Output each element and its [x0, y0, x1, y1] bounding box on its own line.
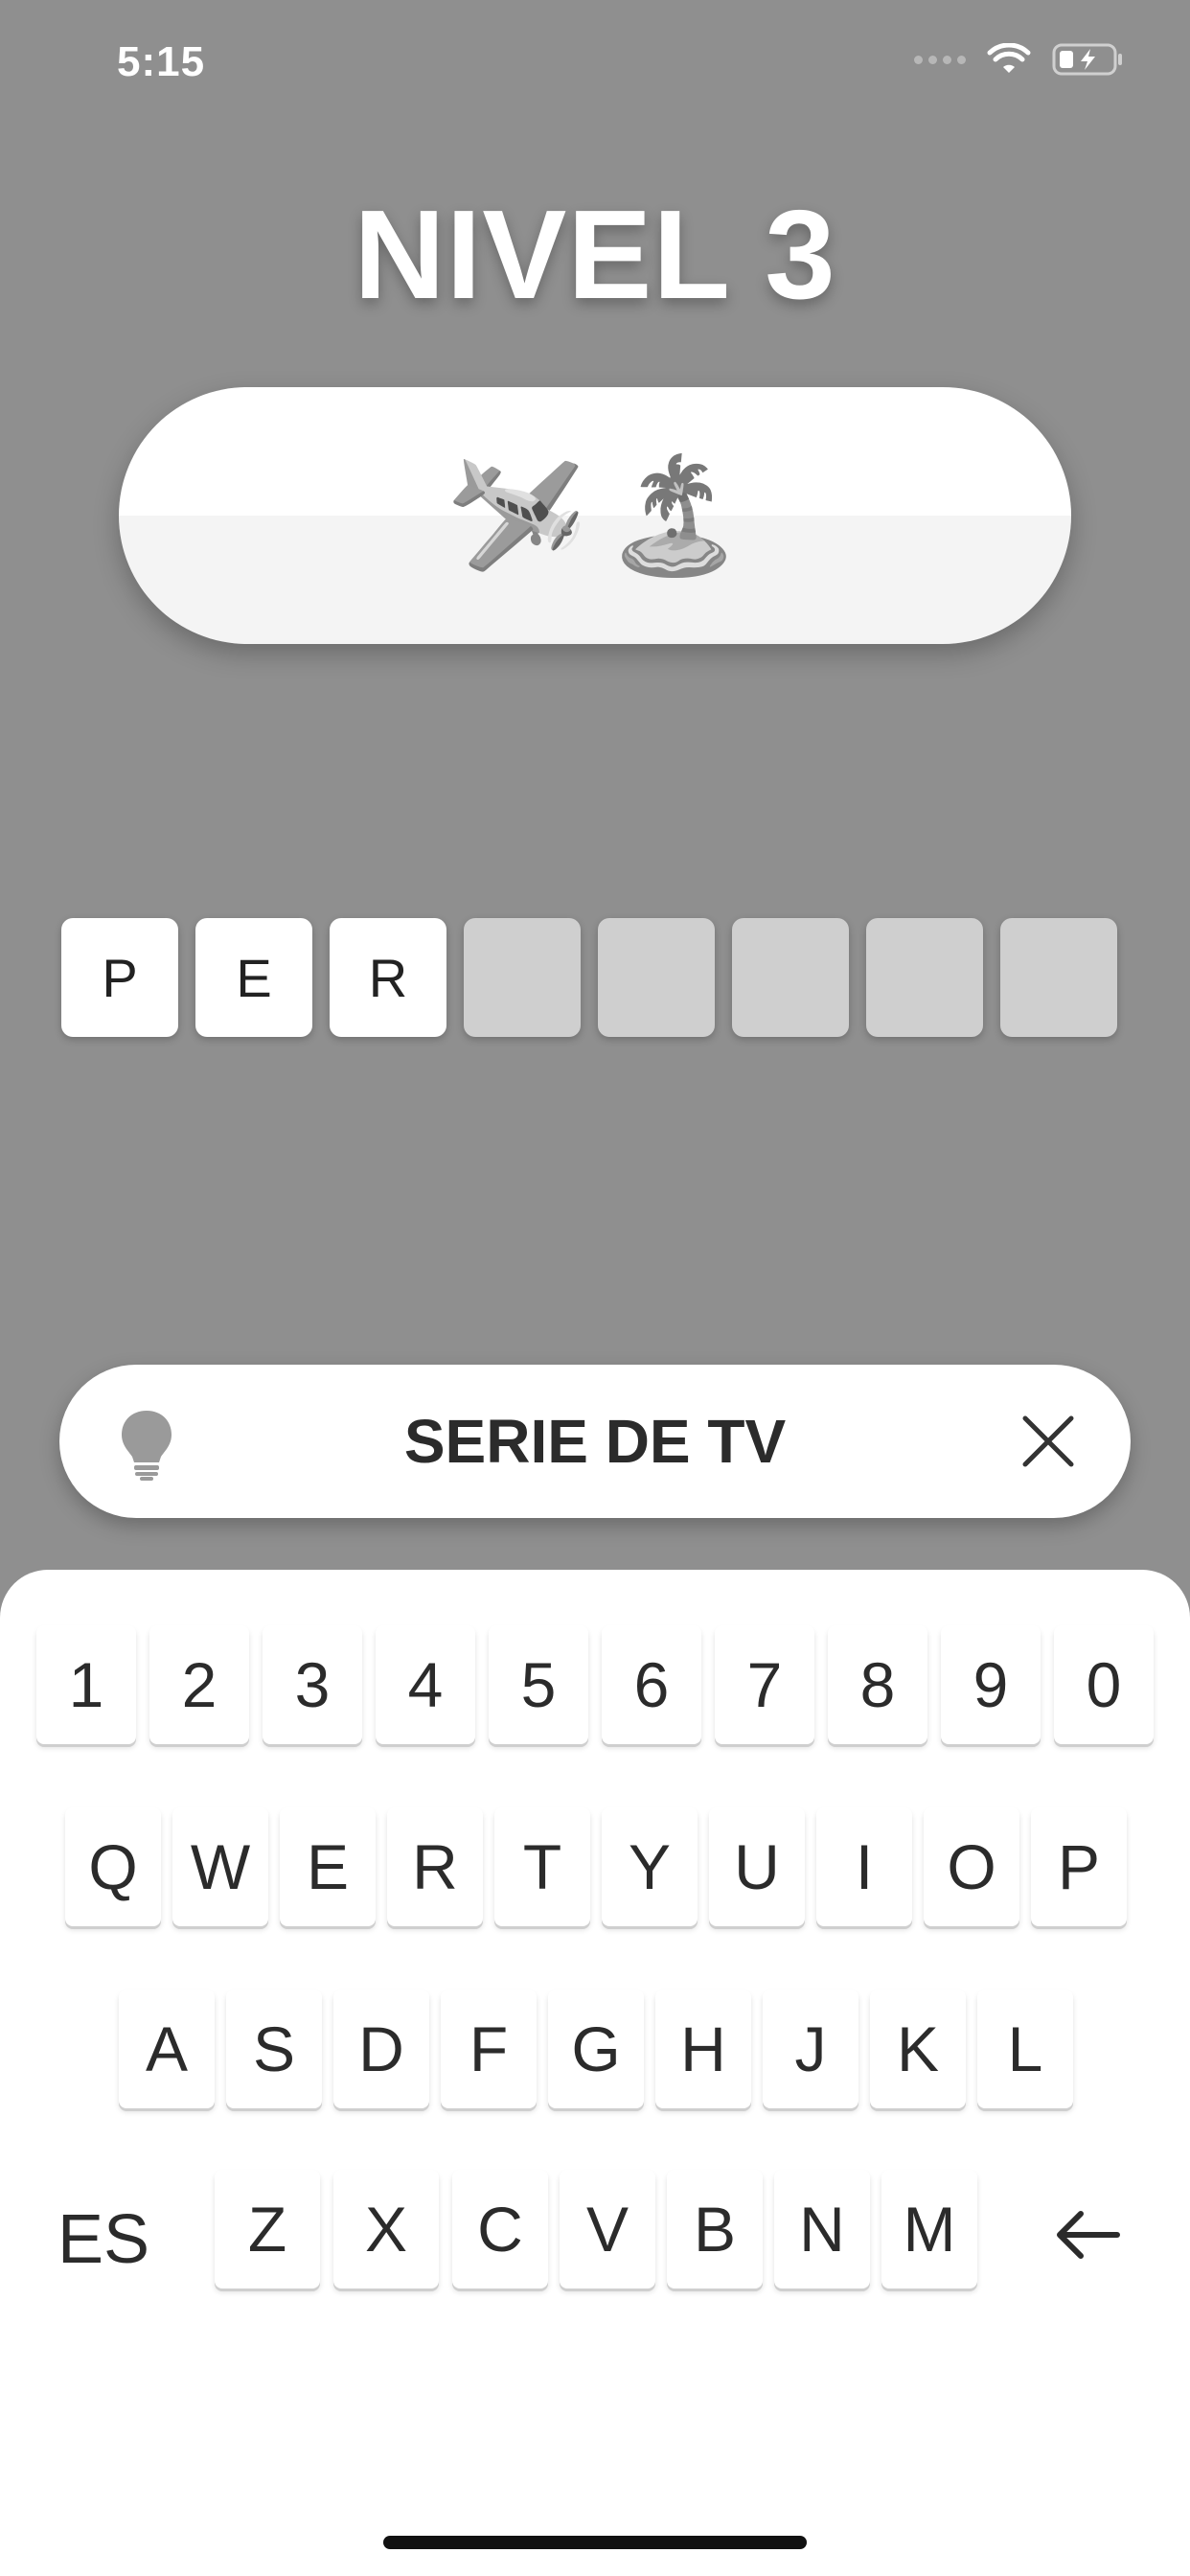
- key-t[interactable]: T: [494, 1807, 590, 1926]
- key-d[interactable]: D: [333, 1990, 429, 2108]
- key-i[interactable]: I: [816, 1807, 912, 1926]
- key-k[interactable]: K: [870, 1990, 966, 2108]
- key-f[interactable]: F: [441, 1990, 537, 2108]
- airplane-emoji: 🛩️: [446, 452, 586, 579]
- key-j[interactable]: J: [763, 1990, 858, 2108]
- key-o[interactable]: O: [924, 1807, 1019, 1926]
- key-8[interactable]: 8: [828, 1625, 927, 1744]
- wifi-icon: [987, 43, 1031, 73]
- key-0[interactable]: 0: [1054, 1625, 1154, 1744]
- key-e[interactable]: E: [280, 1807, 376, 1926]
- status-time: 5:15: [117, 38, 206, 85]
- backspace-arrow-icon[interactable]: [1052, 2206, 1121, 2264]
- key-y[interactable]: Y: [602, 1807, 698, 1926]
- key-s[interactable]: S: [226, 1990, 322, 2108]
- key-v[interactable]: V: [560, 2170, 655, 2288]
- key-7[interactable]: 7: [715, 1625, 814, 1744]
- key-a[interactable]: A: [119, 1990, 215, 2108]
- signal-dots-icon: [914, 55, 966, 64]
- key-x[interactable]: X: [333, 2170, 439, 2288]
- key-u[interactable]: U: [709, 1807, 805, 1926]
- key-5[interactable]: 5: [489, 1625, 588, 1744]
- key-b[interactable]: B: [667, 2170, 763, 2288]
- answer-slot-4[interactable]: [464, 918, 581, 1037]
- language-toggle-key[interactable]: ES: [57, 2200, 149, 2279]
- key-c[interactable]: C: [452, 2170, 548, 2288]
- status-icons: [914, 42, 1125, 77]
- emoji-clue-card: 🛩️ 🏝️: [119, 387, 1071, 644]
- key-g[interactable]: G: [548, 1990, 644, 2108]
- close-icon[interactable]: [1019, 1413, 1077, 1470]
- key-h[interactable]: H: [655, 1990, 751, 2108]
- answer-slot-8[interactable]: [1000, 918, 1117, 1037]
- key-w[interactable]: W: [172, 1807, 268, 1926]
- on-screen-keyboard: 1 2 3 4 5 6 7 8 9 0 Q W E R T Y U I O P …: [0, 1570, 1190, 2576]
- answer-slot-7[interactable]: [866, 918, 983, 1037]
- island-emoji: 🏝️: [604, 452, 744, 579]
- key-r[interactable]: R: [387, 1807, 483, 1926]
- hint-category-label: SERIE DE TV: [403, 1407, 787, 1476]
- key-1[interactable]: 1: [36, 1625, 136, 1744]
- key-9[interactable]: 9: [941, 1625, 1041, 1744]
- level-title: NIVEL 3: [354, 184, 836, 325]
- key-z[interactable]: Z: [215, 2170, 320, 2288]
- hint-bar[interactable]: SERIE DE TV: [59, 1365, 1131, 1518]
- status-bar: 5:15: [0, 0, 1190, 134]
- answer-slot-1[interactable]: P: [61, 918, 178, 1037]
- lightbulb-icon[interactable]: [119, 1409, 174, 1482]
- answer-slots: P E R: [61, 918, 1117, 1037]
- answer-slot-6[interactable]: [732, 918, 849, 1037]
- key-m[interactable]: M: [881, 2170, 977, 2288]
- key-l[interactable]: L: [977, 1990, 1073, 2108]
- key-q[interactable]: Q: [65, 1807, 161, 1926]
- key-n[interactable]: N: [774, 2170, 870, 2288]
- key-6[interactable]: 6: [602, 1625, 701, 1744]
- answer-slot-3[interactable]: R: [330, 918, 446, 1037]
- answer-slot-2[interactable]: E: [195, 918, 312, 1037]
- key-p[interactable]: P: [1031, 1807, 1127, 1926]
- key-2[interactable]: 2: [149, 1625, 249, 1744]
- battery-charging-icon: [1052, 43, 1122, 76]
- key-3[interactable]: 3: [263, 1625, 362, 1744]
- answer-slot-5[interactable]: [598, 918, 715, 1037]
- home-indicator[interactable]: [383, 2536, 807, 2549]
- key-4[interactable]: 4: [376, 1625, 475, 1744]
